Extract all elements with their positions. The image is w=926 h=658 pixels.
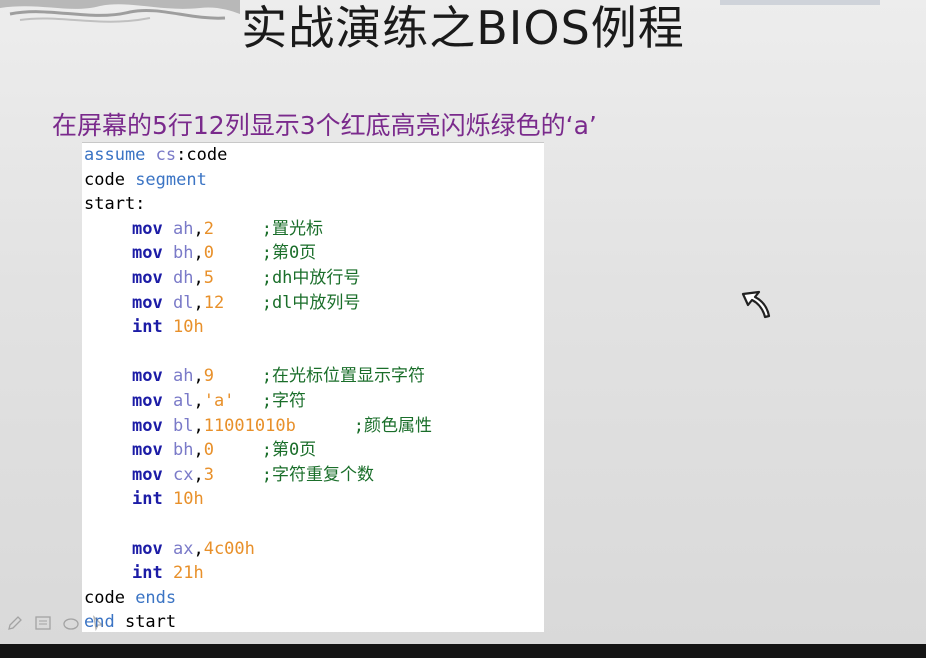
code-register: al [172,390,194,411]
code-separator: , [193,267,204,288]
code-instruction: mov [132,440,163,461]
presentation-slide: 实战演练之BIOS例程 在屏幕的5行12列显示3个红底高亮闪烁绿色的‘a’ as… [0,0,926,644]
code-comment: ;字符重复个数 [261,464,374,485]
code-value: 0 [203,440,214,461]
code-value: 5 [203,267,214,288]
code-register: bl [172,415,194,436]
code-instruction: mov [132,464,163,485]
code-value: 3 [203,464,214,485]
code-line: mov dh,5 ;dh中放行号 [84,266,542,291]
code-register: cs [155,145,177,165]
code-text: code [84,169,136,190]
code-value: 0 [203,243,214,264]
slide-subtitle: 在屏幕的5行12列显示3个红底高亮闪烁绿色的‘a’ [52,111,597,140]
code-separator: , [193,218,204,239]
code-keyword: assume [84,145,146,165]
code-text: :code [176,145,228,165]
code-line: mov ax,4c00h [84,537,542,562]
code-comment: ;颜色属性 [353,415,432,436]
code-instruction: int [132,489,163,510]
code-register: ah [172,218,194,239]
code-instruction: int [132,317,163,338]
slide-title: 实战演练之BIOS例程 [241,1,685,55]
code-line: int 21h [84,561,542,586]
code-value: 10h [172,489,204,510]
code-separator: , [193,292,204,313]
code-listing: assume cs:code code segment start: mov a… [84,143,542,635]
code-comment: ;字符 [261,390,306,411]
code-value: 2 [203,218,214,239]
code-value: 21h [172,563,204,584]
code-line: mov bh,0 ;第0页 [84,438,542,463]
code-line: code ends [84,586,542,611]
code-line: int 10h [84,315,542,340]
code-register: ax [172,538,194,559]
code-text: start [114,612,177,633]
code-comment: ;第0页 [261,440,317,461]
code-value: 4c00h [203,538,255,559]
code-line: start: [84,192,542,217]
code-separator: , [193,415,204,436]
code-instruction: mov [132,390,163,411]
code-comment: ;第0页 [261,243,317,264]
code-comment: ;dl中放列号 [261,292,361,313]
code-line: mov al,'a' ;字符 [84,389,542,414]
code-comment: ;置光标 [261,218,323,239]
code-separator: , [193,243,204,264]
code-value: 9 [203,366,214,387]
arrow-cursor-icon [741,290,771,319]
code-instruction: mov [132,415,163,436]
code-value: 'a' [203,390,235,411]
code-register: bh [172,440,194,461]
code-label: start: [84,194,146,215]
code-instruction: mov [132,366,163,387]
code-instruction: int [132,563,163,584]
code-panel: assume cs:code code segment start: mov a… [82,142,544,632]
code-text: code [84,587,136,608]
code-line: mov cx,3 ;字符重复个数 [84,463,542,488]
code-line: mov bl,11001010b ;颜色属性 [84,414,542,439]
code-register: cx [172,464,194,485]
code-line: mov ah,9 ;在光标位置显示字符 [84,364,542,389]
code-instruction: mov [132,292,163,313]
code-separator: , [193,366,204,387]
slide-menu-icon[interactable] [34,614,52,632]
code-separator: , [193,440,204,461]
code-line: mov ah,2 ;置光标 [84,217,542,242]
code-keyword: ends [135,587,177,608]
pen-icon[interactable] [6,614,24,632]
code-line: assume cs:code [84,143,542,168]
code-separator: , [193,464,204,485]
code-separator: , [193,390,204,411]
bottom-black-bar [0,644,926,658]
eraser-icon[interactable] [62,614,80,632]
code-comment: ;dh中放行号 [261,267,361,288]
code-line: code segment [84,168,542,193]
code-instruction: mov [132,243,163,264]
code-line: end start [84,610,542,635]
code-value: 10h [172,317,204,338]
code-separator: , [193,538,204,559]
code-register: dl [172,292,194,313]
code-keyword: segment [135,169,207,190]
pointer-icon[interactable] [90,614,108,632]
code-instruction: mov [132,538,163,559]
code-line: mov dl,12 ;dl中放列号 [84,291,542,316]
code-comment: ;在光标位置显示字符 [261,366,425,387]
code-line: int 10h [84,487,542,512]
code-value: 11001010b [203,415,296,436]
code-value: 12 [203,292,225,313]
code-instruction: mov [132,267,163,288]
code-register: ah [172,366,194,387]
code-register: dh [172,267,194,288]
slideshow-toolbar [6,614,108,640]
code-line: mov bh,0 ;第0页 [84,241,542,266]
code-instruction: mov [132,218,163,239]
code-register: bh [172,243,194,264]
